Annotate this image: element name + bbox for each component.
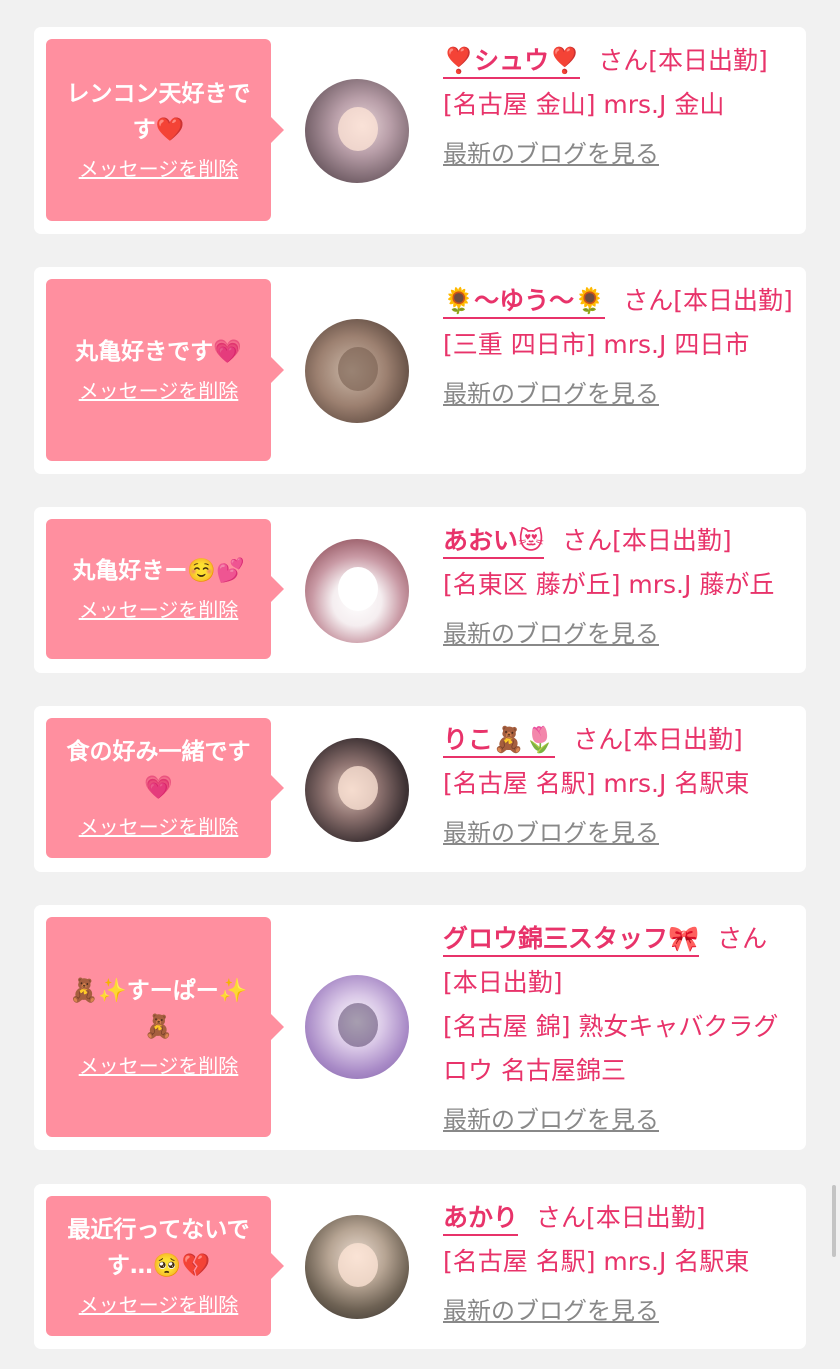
- message-text: レンコン天好きです❤️: [66, 81, 251, 143]
- message-text: 丸亀好きー☺️💕: [72, 558, 245, 584]
- latest-blog-link[interactable]: 最新のブログを見る: [443, 139, 659, 169]
- avatar[interactable]: [305, 539, 409, 643]
- delete-message-link[interactable]: メッセージを削除: [79, 376, 239, 406]
- sender-name-link[interactable]: あおい😻: [443, 526, 545, 559]
- avatar[interactable]: [305, 738, 409, 842]
- attendance-status: [本日出勤]: [586, 1203, 706, 1232]
- honorific: さん: [573, 725, 624, 754]
- avatar-face: [338, 567, 378, 611]
- message-card: 食の好み一緒です💗 メッセージを削除 りこ🧸🌷 さん[本日出勤] [名古屋 名駅]…: [34, 706, 806, 872]
- honorific: さん: [598, 46, 649, 75]
- avatar-face: [338, 347, 378, 391]
- message-bubble: 丸亀好きです💗 メッセージを削除: [46, 279, 284, 461]
- sender-info: ❣️シュウ❣️ さん[本日出勤] [名古屋 金山] mrs.J 金山 最新のブログ…: [443, 39, 798, 176]
- sender-name-link[interactable]: グロウ錦三スタッフ🎀: [443, 924, 700, 957]
- latest-blog-link[interactable]: 最新のブログを見る: [443, 619, 659, 649]
- latest-blog-link[interactable]: 最新のブログを見る: [443, 1296, 659, 1326]
- attendance-status: [本日出勤]: [443, 968, 563, 997]
- sender-info: グロウ錦三スタッフ🎀 さん [本日出勤] [名古屋 錦] 熟女キャバクラグロウ 名古…: [443, 917, 798, 1142]
- message-text: 丸亀好きです💗: [75, 339, 242, 365]
- attendance-status: [本日出勤]: [623, 725, 743, 754]
- sender-name-link[interactable]: りこ🧸🌷: [443, 725, 556, 758]
- sender-info: 🌻〜ゆう〜🌻 さん[本日出勤] [三重 四日市] mrs.J 四日市 最新のブログ…: [443, 279, 798, 416]
- latest-blog-link[interactable]: 最新のブログを見る: [443, 818, 659, 848]
- shop-location: [名古屋 金山] mrs.J 金山: [443, 90, 725, 119]
- message-bubble: 🧸✨すーぱー✨🧸 メッセージを削除: [46, 917, 284, 1137]
- sender-info: あかり さん[本日出勤] [名古屋 名駅] mrs.J 名駅東 最新のブログを見る: [443, 1196, 798, 1333]
- message-card: 丸亀好きー☺️💕 メッセージを削除 あおい😻 さん[本日出勤] [名東区 藤が丘]…: [34, 507, 806, 673]
- shop-location: [名古屋 名駅] mrs.J 名駅東: [443, 1247, 750, 1276]
- message-card: 丸亀好きです💗 メッセージを削除 🌻〜ゆう〜🌻 さん[本日出勤] [三重 四日市]…: [34, 267, 806, 474]
- message-card: 最近行ってないです…🥺💔 メッセージを削除 あかり さん[本日出勤] [名古屋 名…: [34, 1184, 806, 1349]
- delete-message-link[interactable]: メッセージを削除: [79, 812, 239, 842]
- message-text: 食の好み一緒です💗: [66, 739, 251, 801]
- attendance-status: [本日出勤]: [648, 46, 768, 75]
- shop-location: [名東区 藤が丘] mrs.J 藤が丘: [443, 570, 775, 599]
- message-bubble: 食の好み一緒です💗 メッセージを削除: [46, 718, 284, 858]
- honorific: さん: [623, 286, 674, 315]
- avatar[interactable]: [305, 975, 409, 1079]
- avatar[interactable]: [305, 319, 409, 423]
- message-text: 🧸✨すーぱー✨🧸: [69, 978, 248, 1040]
- sender-name-link[interactable]: 🌻〜ゆう〜🌻: [443, 286, 606, 319]
- scrollbar[interactable]: [832, 1185, 836, 1257]
- sender-info: あおい😻 さん[本日出勤] [名東区 藤が丘] mrs.J 藤が丘 最新のブログを…: [443, 519, 798, 656]
- avatar-face: [338, 1003, 378, 1047]
- shop-location: [名古屋 錦] 熟女キャバクラグロウ 名古屋錦三: [443, 1012, 779, 1085]
- avatar-face: [338, 766, 378, 810]
- delete-message-link[interactable]: メッセージを削除: [79, 1290, 239, 1320]
- avatar-face: [338, 107, 378, 151]
- latest-blog-link[interactable]: 最新のブログを見る: [443, 1105, 659, 1135]
- avatar[interactable]: [305, 79, 409, 183]
- honorific: さん: [536, 1203, 587, 1232]
- shop-location: [名古屋 名駅] mrs.J 名駅東: [443, 769, 750, 798]
- message-bubble: レンコン天好きです❤️ メッセージを削除: [46, 39, 284, 221]
- attendance-status: [本日出勤]: [612, 526, 732, 555]
- message-bubble: 最近行ってないです…🥺💔 メッセージを削除: [46, 1196, 284, 1336]
- delete-message-link[interactable]: メッセージを削除: [79, 1051, 239, 1081]
- sender-info: りこ🧸🌷 さん[本日出勤] [名古屋 名駅] mrs.J 名駅東 最新のブログを見…: [443, 718, 798, 855]
- attendance-status: [本日出勤]: [673, 286, 793, 315]
- message-card: レンコン天好きです❤️ メッセージを削除 ❣️シュウ❣️ さん[本日出勤] [名古…: [34, 27, 806, 234]
- avatar-face: [338, 1243, 378, 1287]
- shop-location: [三重 四日市] mrs.J 四日市: [443, 330, 750, 359]
- delete-message-link[interactable]: メッセージを削除: [79, 154, 239, 184]
- message-text: 最近行ってないです…🥺💔: [67, 1217, 250, 1279]
- sender-name-link[interactable]: あかり: [443, 1203, 519, 1236]
- message-card: 🧸✨すーぱー✨🧸 メッセージを削除 グロウ錦三スタッフ🎀 さん [本日出勤] [名古…: [34, 905, 806, 1150]
- honorific: さん: [562, 526, 613, 555]
- delete-message-link[interactable]: メッセージを削除: [79, 595, 239, 625]
- honorific: さん: [717, 924, 768, 953]
- avatar[interactable]: [305, 1215, 409, 1319]
- sender-name-link[interactable]: ❣️シュウ❣️: [443, 46, 581, 79]
- message-bubble: 丸亀好きー☺️💕 メッセージを削除: [46, 519, 284, 659]
- latest-blog-link[interactable]: 最新のブログを見る: [443, 379, 659, 409]
